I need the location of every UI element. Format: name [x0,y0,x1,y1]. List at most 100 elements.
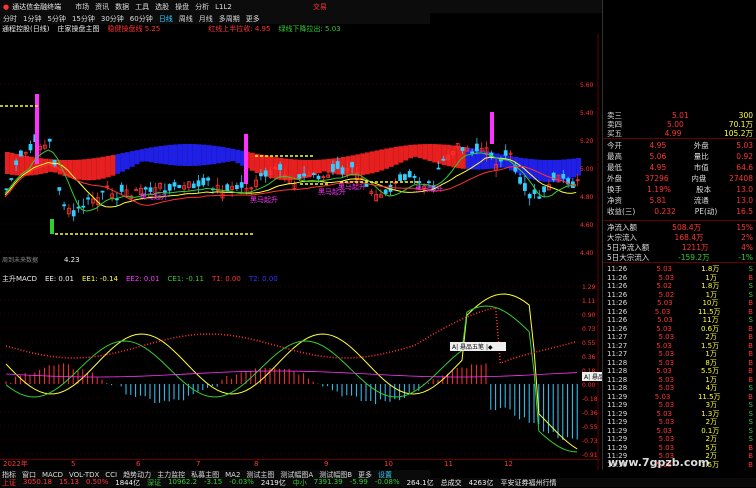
status-item: 2419亿 [260,478,286,487]
candle-body [498,159,503,162]
status-item: 4263亿 [468,478,494,487]
flow-row: 5日净流入额 1211万 4% [607,242,753,252]
candle-body [383,189,388,194]
period-item[interactable]: 60分钟 [130,14,153,24]
stat-value: 0.92 [736,151,753,161]
candle-body [441,158,446,161]
stat-label: 流通 [693,195,709,205]
candle-body [542,186,546,193]
candle-body [196,180,201,187]
candle-body [86,197,90,200]
candle-body [100,190,105,193]
cloud-bar [293,159,298,180]
cloud-bar [230,148,236,162]
signal-candle [490,112,494,144]
cloud-bar [201,144,207,166]
cloud-bar [134,150,140,165]
index-quotes[interactable]: 上证 3050.18 15.13 0.50% 1844亿 深证 10962.2 -3.15 -0… [2,478,563,488]
period-item[interactable]: 多周期 [219,14,240,24]
period-item[interactable]: 30分钟 [101,14,124,24]
period-item[interactable]: 5分钟 [47,14,65,24]
cloud-bar [197,144,202,166]
period-item[interactable]: 分时 [3,14,17,24]
period-item[interactable]: 日线 [159,14,173,24]
nav-item[interactable]: 选股 [155,2,169,12]
cloud-bar [317,159,322,174]
nav-item[interactable]: 市场 [75,2,89,12]
status-item: 10962.2 [168,477,198,486]
status-item: 1844亿 [115,478,141,487]
nav-item[interactable]: 工具 [135,2,149,12]
sub-tick: -0.36 [582,410,598,417]
sub-tag: A| 悬品五笔 |◆ [584,373,602,381]
stat-row: 最高 5.06 量比 0.92 [607,151,753,161]
cloud-bar [187,144,193,166]
period-item[interactable]: 1分钟 [23,14,41,24]
candle-body [436,167,441,170]
nav-item[interactable]: L1L2 [215,3,232,11]
date-label: 2022年 [3,460,28,468]
period-item[interactable]: 15分钟 [72,14,95,24]
nav-item[interactable]: 数据 [115,2,129,12]
sub-tick: 0.55 [582,340,596,347]
macd-subchart[interactable]: 1.291.110.900.730.550.360.180.00-0.18-0.… [0,274,602,470]
cloud-bar [77,159,82,180]
indicator-name[interactable]: 庄家操盘主图 [57,24,99,34]
stat-row: 最低 4.95 市值 64.6 [607,162,753,172]
sub-tick: -0.73 [582,438,598,445]
candle-body [537,196,542,199]
candle-body [62,204,66,207]
nav-item[interactable]: 资讯 [95,2,109,12]
nav-item[interactable]: 分析 [195,2,209,12]
period-item[interactable]: 更多 [246,14,260,24]
date-label: 7 [196,460,201,468]
price-tick: 4.60 [580,222,594,229]
period-item[interactable]: 周线 [179,14,193,24]
sub-tick: 0.73 [582,326,596,333]
flow-pct: 2% [741,232,753,242]
period-item[interactable]: 月线 [199,14,213,24]
flow-pct: 4% [741,242,753,252]
status-item: -0.08% [374,477,400,486]
date-label: 11 [444,460,453,468]
stat-label: 换手 [607,184,622,194]
cloud-bar [441,144,447,166]
status-item: -5.99 [349,477,368,486]
stat-value: 5.81 [649,195,667,205]
order-price: 4.99 [664,128,682,138]
cloud-bar [345,156,351,176]
sub-tick: 0.36 [582,354,596,361]
cloud-bar [355,154,361,176]
candle-body [278,164,283,170]
stat-value: 13.0 [736,195,753,205]
cloud-bar [365,152,370,175]
candle-body [417,181,422,183]
candle-body [340,167,345,174]
cloud-bar [115,154,121,174]
signal-candle [50,219,54,234]
trade-link[interactable]: 交易 [313,2,327,12]
main-kline-chart[interactable]: 4.23 周到未来数据 黑马起升 黑马起升 黑马起升 黑马起升 黑马起升 5.6… [0,34,602,274]
status-item: 264.1亿 [406,478,434,487]
date-label: 8 [254,460,259,468]
candle-body [302,173,307,177]
stat-row: 收益(三) 0.232 PE(动) 16.5 [607,206,753,216]
stat-label: 量比 [693,151,709,161]
candle-body [172,182,177,187]
candle-body [81,205,86,208]
stat-value: 37296 [644,173,669,183]
cloud-bar [566,159,572,180]
date-axis: 2022年 5 6 7 8 9 10 11 12 [0,459,600,468]
candle-body [162,190,167,193]
signal-label: 黑马起升 [140,192,168,201]
cloud-bar [120,153,125,172]
nav-item[interactable]: 操盘 [175,2,189,12]
cloud-bar [504,155,509,168]
candle-body [330,164,335,172]
stat-value: 5.06 [649,151,667,161]
flow-pct: 15% [736,222,753,232]
cloud-bar [216,146,221,164]
cloud-bar [158,145,164,164]
cloud-bar [389,147,394,167]
low-price-label: 4.23 [64,256,80,264]
